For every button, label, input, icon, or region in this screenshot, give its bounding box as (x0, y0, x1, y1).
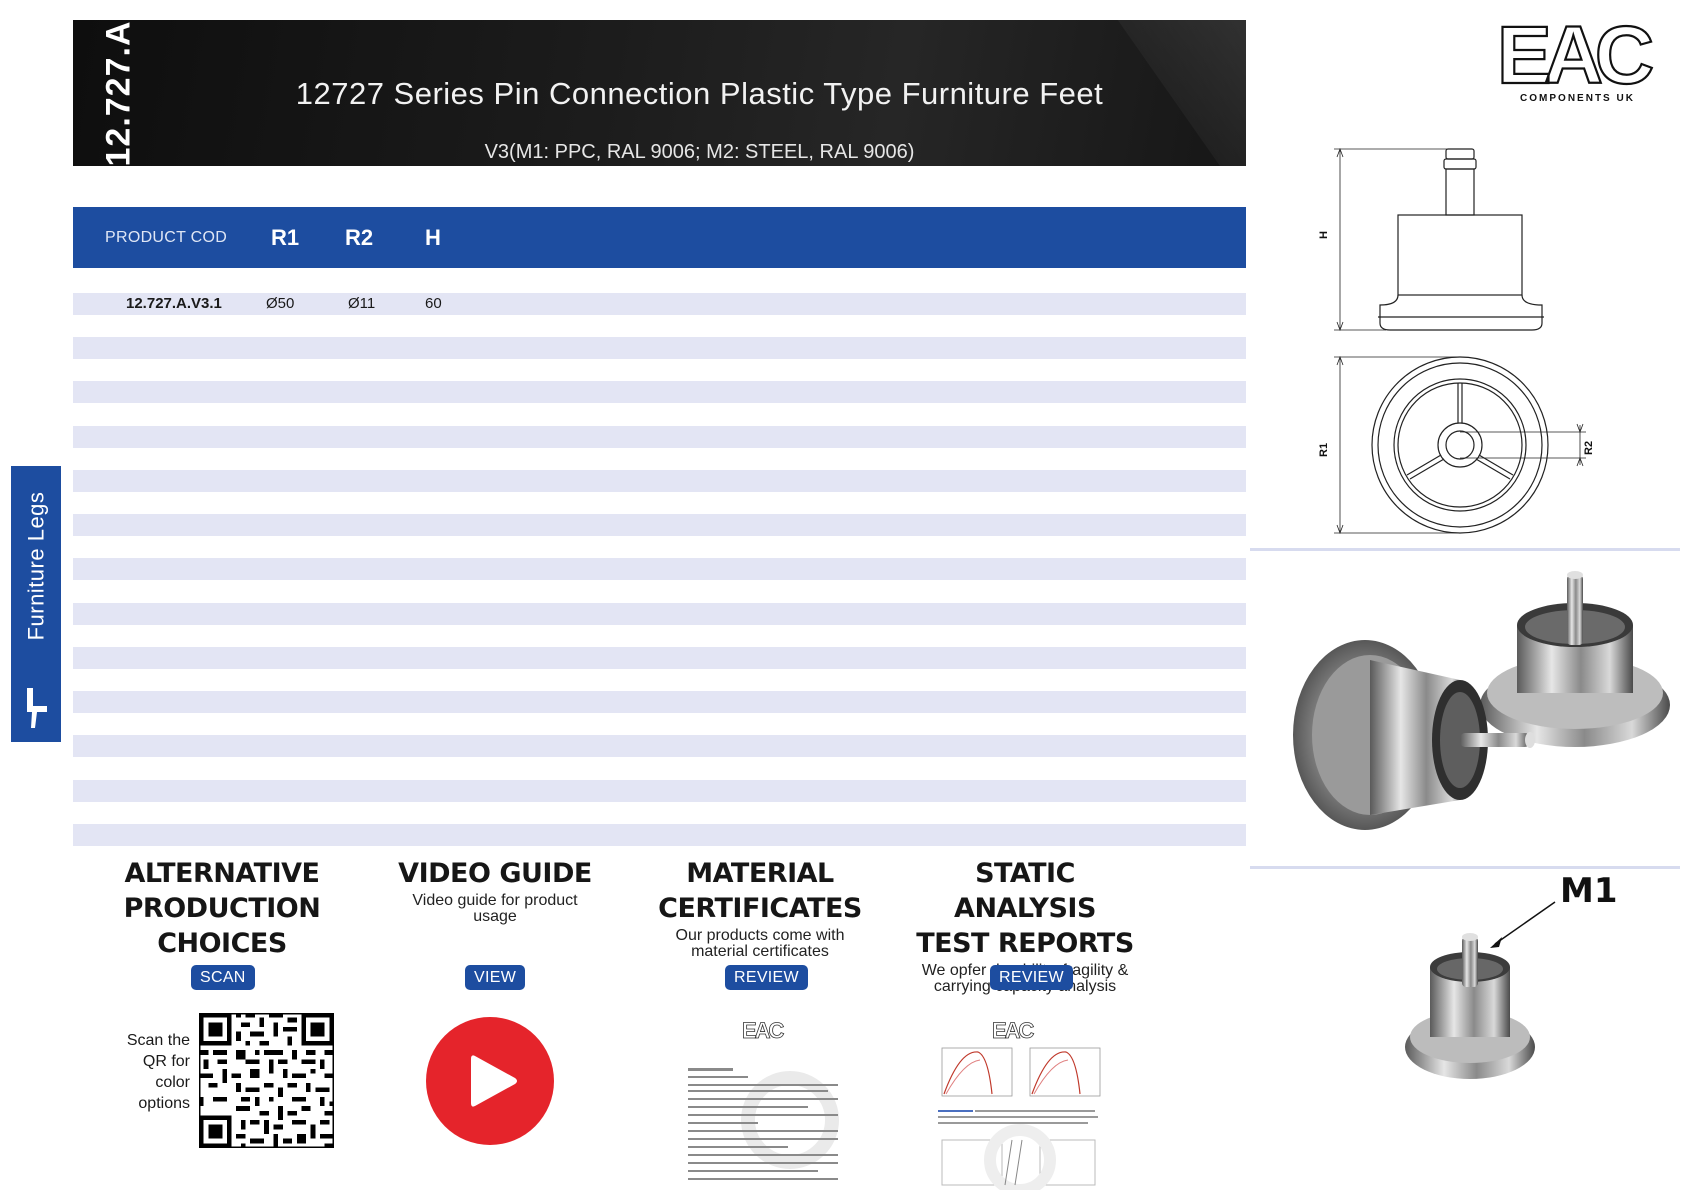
eac-logo-mark: EAC (1496, 9, 1661, 102)
cell-r2: Ø11 (348, 295, 376, 312)
series-code: 12.727.A (89, 20, 149, 166)
table-row-empty (73, 514, 1246, 536)
info-alternative-production: ALTERNATIVE PRODUCTION CHOICES (110, 856, 334, 961)
thumbnail-logo: EAC (992, 1018, 1035, 1043)
info-title-line: ALTERNATIVE (124, 858, 320, 889)
column-header-h: H (425, 225, 441, 250)
table-row-empty (73, 337, 1246, 359)
table-row-empty (73, 691, 1246, 713)
table-row-empty (73, 381, 1246, 403)
table-row-empty (73, 558, 1246, 580)
dimension-label-r1: R1 (1318, 443, 1330, 457)
info-title-line: VIDEO GUIDE (398, 858, 592, 889)
table-row-empty (73, 647, 1246, 669)
column-header-r2: R2 (345, 225, 374, 250)
cell-r1: Ø50 (266, 295, 295, 312)
review-reports-button[interactable]: REVIEW (990, 965, 1073, 990)
series-code-text: 12.727.A (99, 20, 138, 166)
table-row-empty (73, 603, 1246, 625)
info-title: MATERIAL CERTIFICATES (655, 856, 865, 926)
info-description: Video guide for product usage (412, 892, 578, 925)
callout-label-m1: M1 (1560, 871, 1618, 911)
logo-tagline: COMPONENTS UK (1520, 93, 1635, 104)
cell-h: 60 (425, 295, 442, 312)
category-label-wrap: Furniture Legs (11, 466, 61, 666)
table-row-empty (73, 824, 1246, 846)
table-row-empty (73, 735, 1246, 757)
info-title-line: CERTIFICATES (658, 893, 862, 924)
review-certificates-button[interactable]: REVIEW (725, 965, 808, 990)
qr-code[interactable] (199, 1013, 334, 1148)
scan-button[interactable]: SCAN (191, 965, 255, 990)
thumbnail-logo: EAC (742, 1018, 785, 1043)
eac-logo: EAC COMPONENTS UK (1495, 9, 1661, 110)
furniture-leg-icon (27, 688, 47, 728)
scan-note: Scan the QR for color options (126, 1032, 190, 1112)
spec-table-header: PRODUCT COD R1 R2 H (73, 207, 1246, 268)
material-callout-render: M1 (1405, 871, 1618, 1079)
info-material-certificates: MATERIAL CERTIFICATES Our products come … (655, 856, 865, 960)
table-row: 12.727.A.V3.1 Ø50 Ø11 60 (73, 293, 1246, 315)
view-button[interactable]: VIEW (465, 965, 526, 990)
play-video-icon[interactable] (425, 1016, 555, 1146)
info-title-line: MATERIAL (686, 858, 834, 889)
product-render-pair (1293, 571, 1670, 830)
info-title-line: CHOICES (157, 928, 287, 959)
category-side-tab: Furniture Legs (11, 466, 61, 742)
dimension-label-h: H (1318, 231, 1330, 239)
logo-letters: EAC (1497, 15, 1652, 93)
technical-drawing: H R1 R2 (1318, 147, 1595, 535)
dimension-label-r2: R2 (1583, 441, 1595, 455)
product-variant-subtitle: V3(M1: PPC, RAL 9006; M2: STEEL, RAL 900… (484, 141, 915, 163)
column-header-r1: R1 (271, 225, 300, 250)
column-header-product-code: PRODUCT COD (105, 229, 228, 246)
certificate-document-thumbnail[interactable]: EAC (680, 1010, 850, 1190)
category-label: Furniture Legs (23, 491, 49, 641)
cell-product-code: 12.727.A.V3.1 (126, 295, 222, 312)
table-row-empty (73, 780, 1246, 802)
info-title-line: PRODUCTION (123, 893, 321, 924)
info-title-line: STATIC ANALYSIS (954, 858, 1096, 924)
info-title-line: TEST REPORTS (916, 928, 1134, 959)
info-video-guide: VIDEO GUIDE Video guide for product usag… (380, 856, 610, 925)
info-description: Our products come with material certific… (675, 927, 845, 960)
info-title: ALTERNATIVE PRODUCTION CHOICES (110, 856, 334, 961)
product-header-banner: 12.727.A 12727 Series Pin Connection Pla… (73, 20, 1246, 166)
info-title: VIDEO GUIDE (380, 856, 610, 891)
divider-drawing (1250, 548, 1680, 551)
table-row-empty (73, 426, 1246, 448)
test-report-thumbnail[interactable]: EAC (930, 1010, 1105, 1190)
info-title: STATIC ANALYSIS TEST REPORTS (905, 856, 1145, 961)
product-title: 12727 Series Pin Connection Plastic Type… (295, 76, 1104, 111)
table-row-empty (73, 470, 1246, 492)
